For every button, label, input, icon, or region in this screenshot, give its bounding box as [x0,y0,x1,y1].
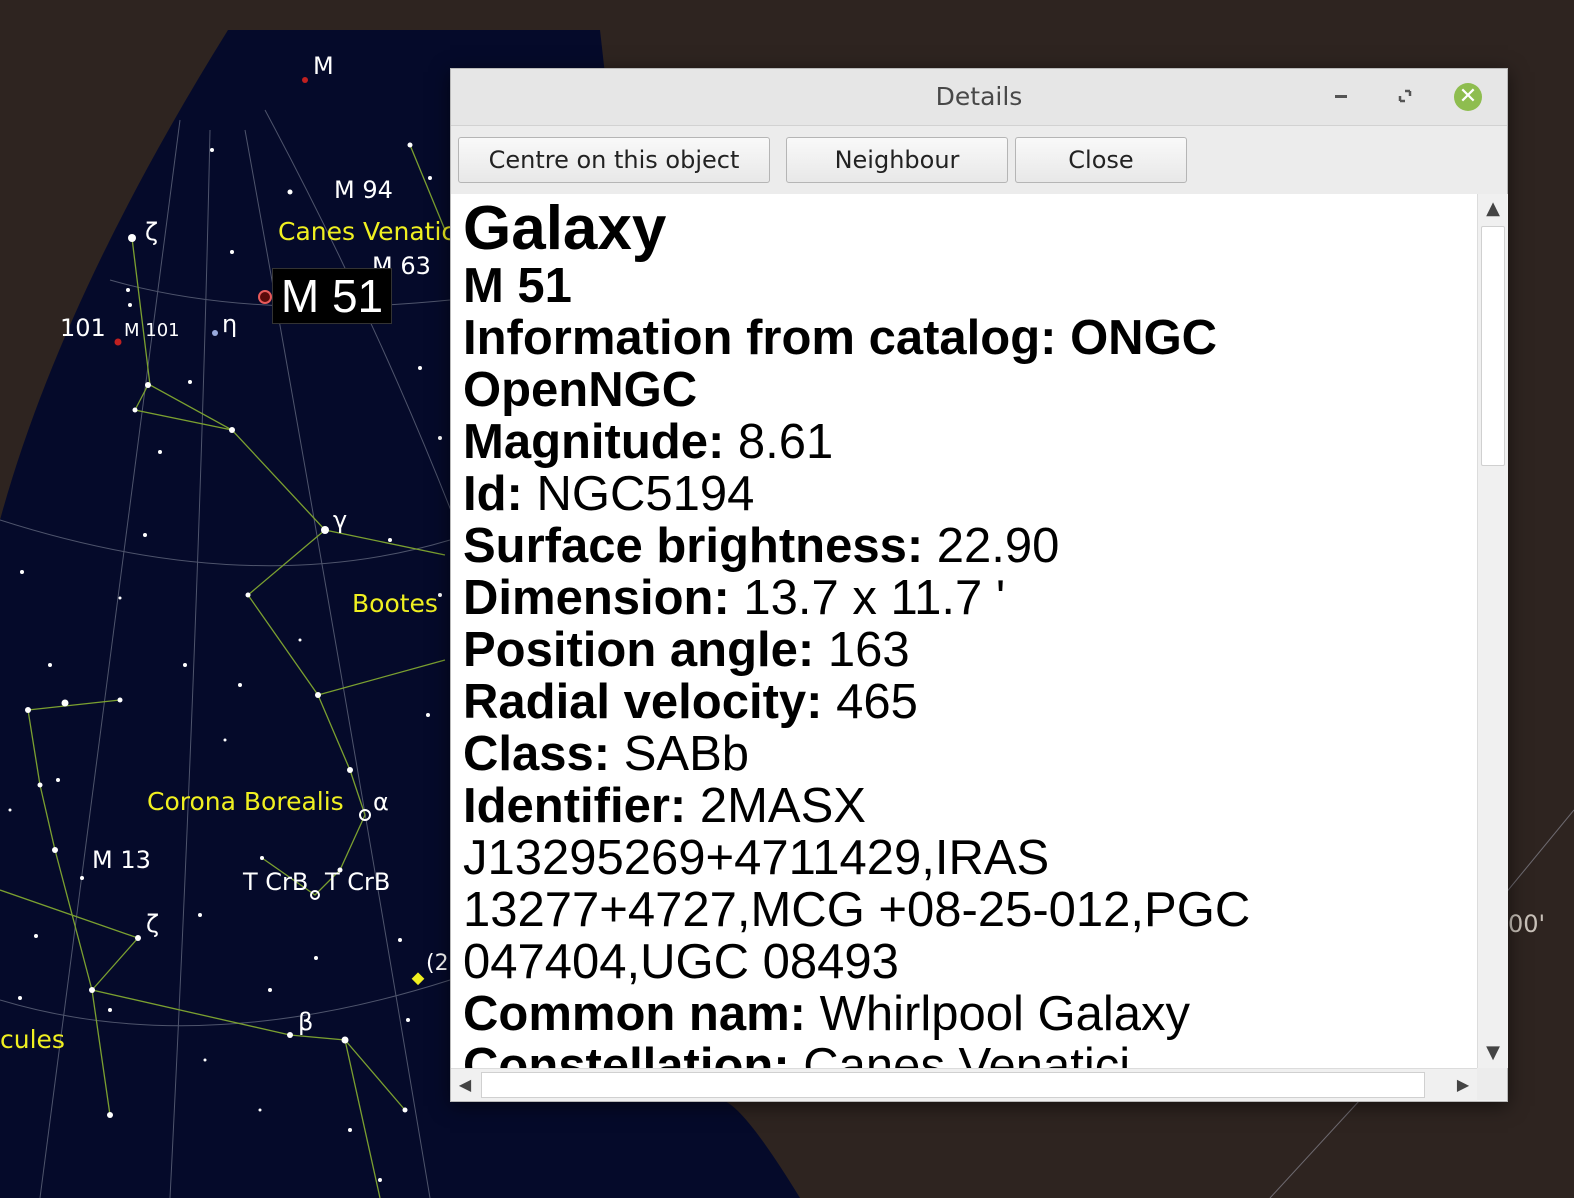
details-window: Details ✕ Centre on this object Neighbou… [450,68,1508,1102]
field-common-name: Common nam: Whirlpool Galaxy [463,987,1190,1041]
hercules-label: cules [0,1025,65,1054]
field-magnitude: Magnitude: 8.61 [463,415,834,469]
alpha-label: α [373,788,389,816]
close-icon[interactable]: ✕ [1454,83,1482,111]
field-constellation: Constellation: Canes Venatici [463,1039,1131,1068]
scroll-right-icon[interactable]: ▶ [1449,1069,1477,1101]
field-radial-velocity: Radial velocity: 465 [463,675,918,729]
identifier-line: 13277+4727,MCG +08-25-012,PGC [463,883,1251,937]
m101-label: 101 [60,314,106,342]
catalog-info: Information from catalog: ONGC [463,311,1218,365]
toolbar: Centre on this object Neighbour Close [451,126,1507,195]
vertical-scroll-thumb[interactable] [1481,226,1505,466]
field-identifier: Identifier: 2MASX [463,779,866,833]
bootes-label: Bootes [352,589,438,618]
selected-object-label[interactable]: M 51 [272,268,392,324]
m101-small-label: M 101 [124,320,180,341]
canes-venatici-label: Canes Venatici [278,217,462,246]
neighbour-button[interactable]: Neighbour [786,137,1008,183]
object-name: M 51 [463,259,572,313]
horizontal-scroll-thumb[interactable] [481,1072,1425,1098]
grid-coordinate-label: 00' [1508,910,1545,938]
scroll-corner [1477,1068,1507,1100]
m-top-label: M [313,52,334,80]
object-type: Galaxy [463,194,667,263]
minimize-icon[interactable] [1326,81,1356,111]
field-class: Class: SABb [463,727,750,781]
corona-borealis-label: Corona Borealis [147,787,344,816]
beta-label: β [298,1008,313,1036]
scroll-up-icon[interactable]: ▲ [1478,194,1508,224]
gamma-label: γ [333,506,347,534]
vertical-scrollbar[interactable]: ▲ ▼ [1477,194,1508,1068]
maximize-icon[interactable] [1390,81,1420,111]
title-bar[interactable]: Details ✕ [451,69,1507,126]
identifier-line: 047404,UGC 08493 [463,935,899,989]
details-content[interactable]: Galaxy M 51 Information from catalog: ON… [451,194,1477,1068]
zeta-label: ζ [145,218,158,246]
field-id: Id: NGC5194 [463,467,755,521]
field-dimension: Dimension: 13.7 x 11.7 ' [463,571,1006,625]
scroll-left-icon[interactable]: ◀ [451,1069,479,1101]
m13-label: M 13 [92,846,151,874]
field-position-angle: Position angle: 163 [463,623,910,677]
centre-on-object-button[interactable]: Centre on this object [458,137,770,183]
eta-label: η [222,310,237,338]
zeta-label-2: ζ [146,910,159,938]
identifier-line: J13295269+4711429,IRAS [463,831,1050,885]
catalog-name: OpenNGC [463,363,698,417]
horizontal-scrollbar[interactable]: ◀ ▶ [451,1068,1477,1101]
tcrb-label-2: T CrB [324,868,390,896]
scroll-down-icon[interactable]: ▼ [1478,1038,1508,1068]
m94-label: M 94 [334,176,393,204]
close-button[interactable]: Close [1015,137,1187,183]
m51-marker[interactable] [258,290,272,304]
tcrb-label-1: T CrB [242,868,308,896]
field-surface-brightness: Surface brightness: 22.90 [463,519,1060,573]
